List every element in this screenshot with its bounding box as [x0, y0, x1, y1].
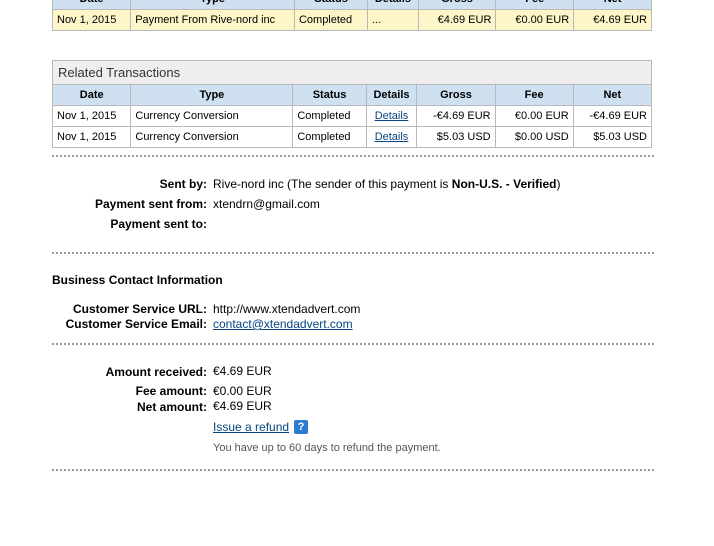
cell-fee: €0.00 EUR: [495, 9, 575, 31]
business-contact-title: Business Contact Information: [52, 273, 223, 287]
fee-amount-label: Fee amount:: [135, 384, 207, 398]
table-row: Nov 1, 2015 Currency Conversion Complete…: [51, 105, 653, 127]
customer-service-email-value: contact@xtendadvert.com: [213, 317, 353, 331]
cell-gross: $5.03 USD: [416, 126, 496, 148]
cell-fee: $0.00 USD: [494, 126, 574, 148]
sent-to-label: Payment sent to:: [110, 217, 207, 231]
related-transactions: Related Transactions Date Type Status De…: [51, 60, 653, 148]
customer-service-url-label: Customer Service URL:: [72, 302, 207, 316]
amount-received-value: €4.69 EUR: [213, 364, 272, 378]
cell-gross: €4.69 EUR: [417, 9, 497, 31]
cell-date: Nov 1, 2015: [51, 105, 132, 127]
dotted-divider: [52, 155, 654, 157]
col-type: Type: [130, 84, 294, 106]
cell-status: Completed: [292, 105, 367, 127]
refund-note: You have up to 60 days to refund the pay…: [213, 442, 441, 454]
net-amount-value: €4.69 EUR: [213, 399, 272, 413]
related-transactions-title: Related Transactions: [52, 60, 652, 84]
col-net: Net: [573, 0, 652, 10]
col-fee: Fee: [495, 0, 575, 10]
transaction-table: Date Type Status Details Gross Fee Net N…: [51, 0, 652, 31]
cell-details: Details: [365, 126, 418, 148]
amount-received-label: Amount received:: [105, 365, 207, 379]
cell-details: ...: [367, 9, 419, 31]
col-details: Details: [367, 0, 419, 10]
col-type: Type: [130, 0, 295, 10]
issue-refund: Issue a refund: [213, 420, 289, 434]
table-row: Nov 1, 2015 Payment From Rive-nord inc C…: [51, 9, 652, 31]
customer-service-email-link[interactable]: contact@xtendadvert.com: [213, 317, 353, 331]
dotted-divider: [52, 469, 654, 471]
customer-service-url-value: http://www.xtendadvert.com: [213, 302, 361, 316]
issue-refund-link[interactable]: Issue a refund: [213, 420, 289, 434]
cell-gross: -€4.69 EUR: [416, 105, 496, 127]
table-row: Nov 1, 2015 Currency Conversion Complete…: [51, 126, 653, 148]
col-gross: Gross: [416, 84, 496, 106]
cell-status: Completed: [292, 126, 367, 148]
fee-amount-value: €0.00 EUR: [213, 384, 272, 398]
cell-date: Nov 1, 2015: [51, 126, 132, 148]
col-date: Date: [51, 84, 132, 106]
col-status: Status: [293, 0, 369, 10]
cell-net: $5.03 USD: [572, 126, 653, 148]
related-transactions-table: Date Type Status Details Gross Fee Net N…: [51, 84, 653, 148]
details-link[interactable]: Details: [375, 110, 409, 122]
sent-from-label: Payment sent from:: [94, 197, 207, 211]
customer-service-email-label: Customer Service Email:: [65, 317, 207, 331]
col-gross: Gross: [417, 0, 497, 10]
cell-details: Details: [365, 105, 418, 127]
verification-status: Non-U.S. - Verified: [451, 177, 557, 191]
dotted-divider: [52, 343, 654, 345]
col-fee: Fee: [494, 84, 574, 106]
sender-name: Rive-nord inc (The sender of this paymen…: [213, 177, 452, 191]
table-header-row: Date Type Status Details Gross Fee Net: [51, 84, 653, 106]
cell-date: Nov 1, 2015: [51, 9, 132, 31]
cell-net: -€4.69 EUR: [572, 105, 653, 127]
sent-by-label: Sent by:: [159, 177, 207, 191]
table-header-row: Date Type Status Details Gross Fee Net: [51, 0, 652, 10]
col-date: Date: [51, 0, 132, 10]
sent-from-value: xtendrn@gmail.com: [213, 197, 320, 211]
details-link[interactable]: Details: [375, 131, 409, 143]
sender-suffix: ): [556, 177, 561, 191]
cell-type: Currency Conversion: [130, 105, 294, 127]
sent-by-value: Rive-nord inc (The sender of this paymen…: [213, 177, 560, 191]
col-details: Details: [365, 84, 418, 106]
cell-net: €4.69 EUR: [573, 9, 652, 31]
cell-type: Payment From Rive-nord inc: [130, 9, 295, 31]
col-status: Status: [292, 84, 367, 106]
help-icon[interactable]: ?: [294, 420, 308, 434]
net-amount-label: Net amount:: [137, 400, 207, 414]
cell-fee: €0.00 EUR: [494, 105, 574, 127]
col-net: Net: [572, 84, 653, 106]
dotted-divider: [52, 252, 654, 254]
cell-type: Currency Conversion: [130, 126, 294, 148]
cell-status: Completed: [293, 9, 369, 31]
